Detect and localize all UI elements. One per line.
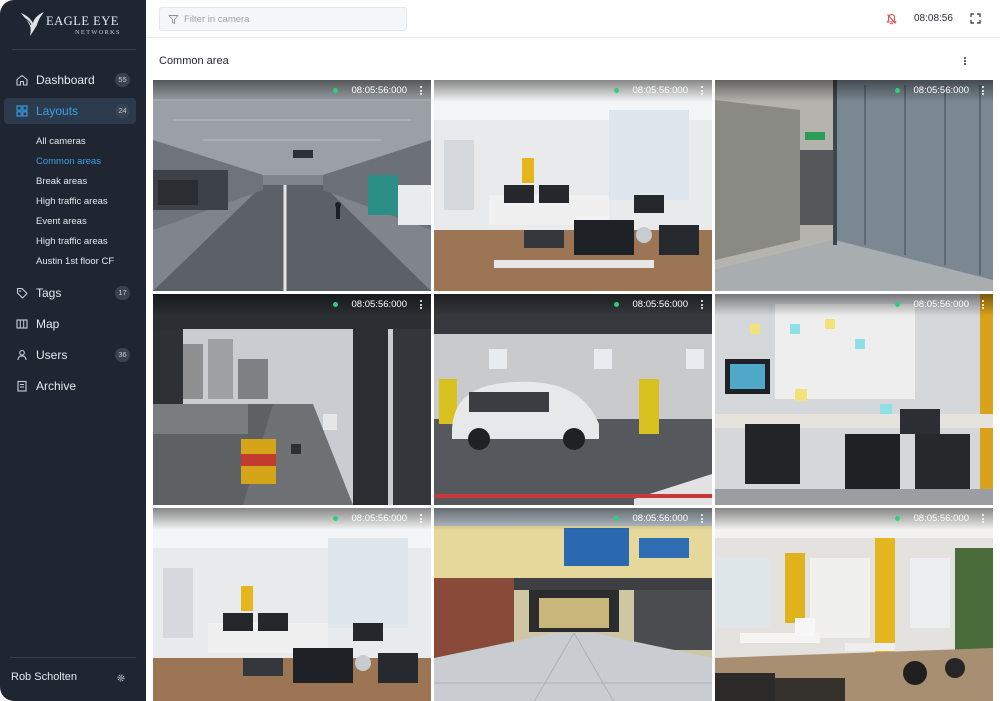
brand-subname: NETWORKS: [75, 29, 121, 36]
count-badge: 17: [115, 286, 130, 300]
camera-tile-4[interactable]: 08:05:56:000: [153, 294, 431, 505]
sidebar-item-label: Dashboard: [36, 73, 95, 87]
sidebar-subitem-austin-1st-floor[interactable]: Austin 1st floor CF: [36, 256, 114, 267]
sidebar-item-archive[interactable]: Archive: [4, 373, 136, 399]
count-badge: 24: [115, 104, 130, 118]
sidebar-item-label: Layouts: [36, 104, 79, 118]
camera-timestamp: 08:05:56:000: [351, 513, 407, 524]
camera-menu-button[interactable]: [699, 85, 705, 97]
sidebar-item-label: Tags: [36, 286, 62, 300]
camera-feed-highway: [153, 294, 431, 505]
camera-timestamp: 08:05:56:000: [632, 513, 688, 524]
sidebar-item-label: Users: [36, 348, 68, 362]
sidebar: EAGLE EYE NETWORKS Dashboard 55 Layouts …: [0, 0, 146, 701]
sidebar-divider: [12, 49, 136, 50]
sidebar-item-label: Archive: [36, 379, 77, 393]
camera-timestamp: 08:05:56:000: [913, 85, 969, 96]
camera-filter[interactable]: [159, 7, 407, 31]
status-online-dot: [333, 516, 338, 521]
camera-menu-button[interactable]: [980, 299, 986, 311]
sidebar-item-tags[interactable]: Tags 17: [4, 280, 136, 306]
sidebar-subitem-high-traffic-areas[interactable]: High traffic areas: [36, 196, 108, 207]
camera-tile-5[interactable]: 08:05:56:000: [434, 294, 712, 505]
camera-timestamp: 08:05:56:000: [632, 299, 688, 310]
count-badge: 36: [115, 348, 130, 362]
camera-timestamp: 08:05:56:000: [913, 513, 969, 524]
sidebar-subitem-high-traffic-areas-2[interactable]: High traffic areas: [36, 236, 108, 247]
camera-tile-2[interactable]: 08:05:56:000: [434, 80, 712, 291]
camera-menu-button[interactable]: [980, 513, 986, 525]
camera-tile-3[interactable]: 08:05:56:000: [715, 80, 993, 291]
camera-tile-1[interactable]: 08:05:56:000: [153, 80, 431, 291]
camera-feed-ev-parking: [434, 294, 712, 505]
user-icon: [17, 349, 27, 361]
layouts-icon: [16, 105, 28, 117]
camera-feed-lounge: [715, 508, 993, 701]
gear-icon[interactable]: [116, 673, 126, 683]
camera-tile-8[interactable]: 08:05:56:000: [434, 508, 712, 701]
camera-menu-button[interactable]: [699, 513, 705, 525]
user-name[interactable]: Rob Scholten: [11, 671, 77, 683]
status-online-dot: [895, 516, 900, 521]
brand-logo[interactable]: EAGLE EYE NETWORKS: [20, 9, 130, 39]
sidebar-subitem-break-areas[interactable]: Break areas: [36, 176, 87, 187]
camera-feed-office: [434, 80, 712, 291]
brand-name: EAGLE EYE: [46, 14, 119, 28]
camera-feed-building-entrance: [434, 508, 712, 701]
status-online-dot: [895, 302, 900, 307]
layout-more-menu-button[interactable]: [959, 54, 971, 68]
camera-tile-6[interactable]: 08:05:56:000: [715, 294, 993, 505]
tag-icon: [16, 287, 28, 299]
sidebar-subitem-common-areas[interactable]: Common areas: [36, 156, 101, 167]
camera-timestamp: 08:05:56:000: [632, 85, 688, 96]
archive-icon: [17, 380, 27, 392]
fullscreen-icon[interactable]: [970, 13, 981, 24]
camera-menu-button[interactable]: [699, 299, 705, 311]
sidebar-item-map[interactable]: Map: [4, 311, 136, 337]
camera-feed-office-2: [153, 508, 431, 701]
camera-tile-7[interactable]: 08:05:56:000: [153, 508, 431, 701]
camera-menu-button[interactable]: [418, 299, 424, 311]
camera-timestamp: 08:05:56:000: [351, 85, 407, 96]
home-icon: [16, 74, 28, 86]
status-online-dot: [333, 88, 338, 93]
status-online-dot: [614, 516, 619, 521]
bell-muted-icon[interactable]: [886, 13, 897, 25]
camera-timestamp: 08:05:56:000: [913, 299, 969, 310]
sidebar-subitem-all-cameras[interactable]: All cameras: [36, 136, 86, 147]
filter-icon: [168, 15, 179, 24]
status-online-dot: [333, 302, 338, 307]
camera-menu-button[interactable]: [418, 85, 424, 97]
sidebar-subitem-event-areas[interactable]: Event areas: [36, 216, 87, 227]
sidebar-item-dashboard[interactable]: Dashboard 55: [4, 67, 136, 93]
camera-menu-button[interactable]: [418, 513, 424, 525]
top-bar: 08:08:56: [146, 0, 1000, 38]
camera-filter-input[interactable]: [184, 11, 399, 27]
map-icon: [16, 319, 28, 329]
sidebar-item-users[interactable]: Users 36: [4, 342, 136, 368]
more-vertical-icon: [963, 55, 967, 66]
sidebar-item-label: Map: [36, 317, 60, 331]
camera-feed-meeting-room: [715, 294, 993, 505]
status-online-dot: [614, 302, 619, 307]
layout-title: Common area: [159, 55, 229, 67]
sidebar-item-layouts[interactable]: Layouts 24: [4, 98, 136, 124]
status-online-dot: [614, 88, 619, 93]
camera-feed-warehouse: [715, 80, 993, 291]
count-badge: 55: [115, 73, 130, 87]
camera-feed-parking-garage: [153, 80, 431, 291]
sidebar-divider: [10, 657, 136, 658]
eagle-logo-icon: [21, 12, 44, 36]
camera-tile-9[interactable]: 08:05:56:000: [715, 508, 993, 701]
current-time: 08:08:56: [914, 13, 953, 24]
camera-timestamp: 08:05:56:000: [351, 299, 407, 310]
camera-menu-button[interactable]: [980, 85, 986, 97]
status-online-dot: [895, 88, 900, 93]
